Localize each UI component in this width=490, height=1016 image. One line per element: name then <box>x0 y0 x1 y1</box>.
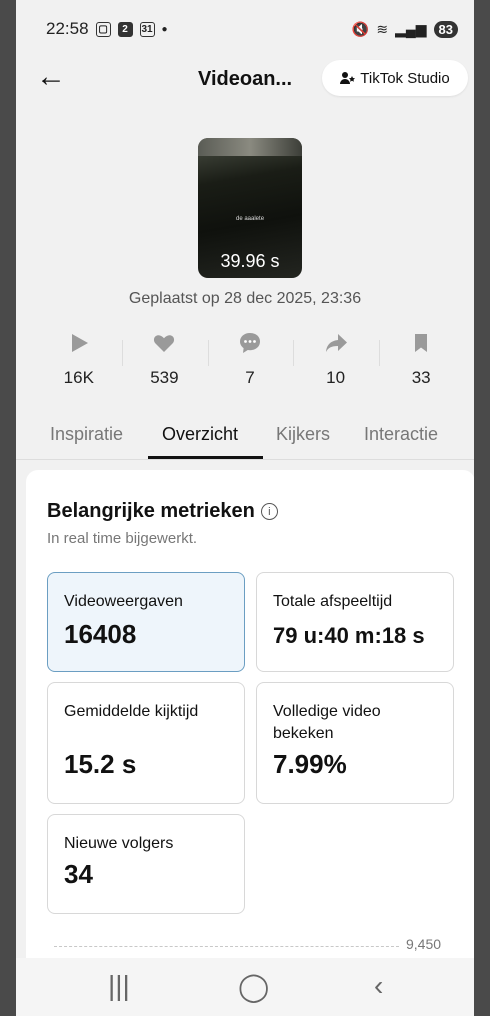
home-icon[interactable]: ◯ <box>238 970 269 1003</box>
metric-volledige-video[interactable]: Volledige video bekeken 7.99% <box>256 682 454 804</box>
recent-apps-icon[interactable]: ||| <box>108 970 130 1002</box>
metric-nieuwe-volgers[interactable]: Nieuwe volgers 34 <box>47 814 245 914</box>
posted-date: Geplaatst op 28 dec 2025, 23:36 <box>128 290 362 307</box>
stat-shares: 10 <box>293 332 379 392</box>
tab-interactie[interactable]: Interactie <box>364 424 438 445</box>
back-nav-icon[interactable]: ‹ <box>374 970 383 1002</box>
play-icon <box>71 334 88 352</box>
views-count: 16K <box>63 368 94 387</box>
shares-count: 10 <box>326 368 346 387</box>
metric-label: Nieuwe volgers <box>64 835 174 852</box>
video-thumbnail[interactable]: de aaalete 39.96 s <box>198 138 302 278</box>
screen-record-icon: ▢ <box>95 21 111 37</box>
divider <box>293 340 294 366</box>
status-time: 22:58 <box>46 19 89 38</box>
heart-icon <box>154 335 175 352</box>
divider <box>379 340 380 366</box>
chart-axis-label: 9,450 <box>406 936 442 952</box>
metric-label: Gemiddelde kijktijd <box>64 703 199 720</box>
metric-label: Totale afspeeltijd <box>273 593 393 610</box>
tiktok-studio-button[interactable]: TikTok Studio <box>322 60 468 96</box>
metric-label: Videoweergaven <box>64 593 183 610</box>
metric-totale-afspeeltijd[interactable]: Totale afspeeltijd 79 u:40 m:18 s <box>256 572 454 672</box>
tab-kijkers[interactable]: Kijkers <box>276 424 330 445</box>
tab-inspiratie[interactable]: Inspiratie <box>50 424 123 445</box>
metric-value: 15.2 s <box>64 749 137 779</box>
comment-icon <box>239 333 260 353</box>
metric-value: 16408 <box>64 619 137 649</box>
calendar-31-icon: 31 <box>139 21 155 37</box>
info-icon[interactable]: i <box>260 503 278 520</box>
stat-likes: 539 <box>122 332 208 392</box>
wifi-icon: ≋ <box>376 20 389 37</box>
status-bar: 22:58 ▢ 2 31 ● 🔇 ≋ ▂▄▆ 83 <box>16 0 474 58</box>
dot-icon: ● <box>161 23 168 35</box>
comments-count: 7 <box>245 368 255 387</box>
video-caption: de aaalete <box>236 216 265 222</box>
notification-2-icon: 2 <box>117 21 133 37</box>
studio-label: TikTok Studio <box>360 69 450 87</box>
header: ← Videoan... TikTok Studio <box>16 58 474 100</box>
likes-count: 539 <box>150 368 179 387</box>
metrics-title-text: Belangrijke metrieken <box>47 500 255 522</box>
tab-overzicht[interactable]: Overzicht <box>162 424 238 445</box>
divider <box>122 340 123 366</box>
saves-count: 33 <box>411 368 431 387</box>
metric-videoweergaven[interactable]: Videoweergaven 16408 <box>47 572 245 672</box>
metric-value: 34 <box>64 859 93 889</box>
chart-gridline <box>54 946 399 947</box>
signal-icon: ▂▄▆ <box>395 20 427 37</box>
divider <box>208 340 209 366</box>
active-tab-indicator <box>148 456 263 459</box>
share-icon <box>325 334 347 352</box>
user-star-icon <box>340 72 356 84</box>
metrics-title: Belangrijke metrieken i <box>47 500 278 523</box>
phone-screen: 22:58 ▢ 2 31 ● 🔇 ≋ ▂▄▆ 83 ← Videoan... T… <box>16 0 474 1016</box>
stat-saves: 33 <box>378 332 464 392</box>
mute-icon: 🔇 <box>351 20 370 37</box>
metric-value: 79 u:40 m:18 s <box>273 623 425 648</box>
battery-indicator: 83 <box>433 20 458 38</box>
video-duration: 39.96 s <box>220 251 280 271</box>
system-nav-bar: ||| ◯ ‹ <box>16 958 474 1016</box>
metrics-subtitle: In real time bijgewerkt. <box>47 530 198 547</box>
metric-gemiddelde-kijktijd[interactable]: Gemiddelde kijktijd 15.2 s <box>47 682 245 804</box>
metric-label: Volledige video bekeken <box>273 703 381 742</box>
metric-value: 7.99% <box>273 749 347 779</box>
metrics-card: Belangrijke metrieken i In real time bij… <box>26 470 474 970</box>
page-title: Videoan... <box>198 68 293 90</box>
back-arrow-icon[interactable]: ← <box>36 62 66 92</box>
engagement-stats: 16K 539 7 10 33 <box>36 332 464 392</box>
bookmark-icon <box>415 334 428 352</box>
stat-views: 16K <box>36 332 122 392</box>
tab-bar: Inspiratie Overzicht Kijkers Interactie <box>16 420 474 460</box>
stat-comments: 7 <box>207 332 293 392</box>
